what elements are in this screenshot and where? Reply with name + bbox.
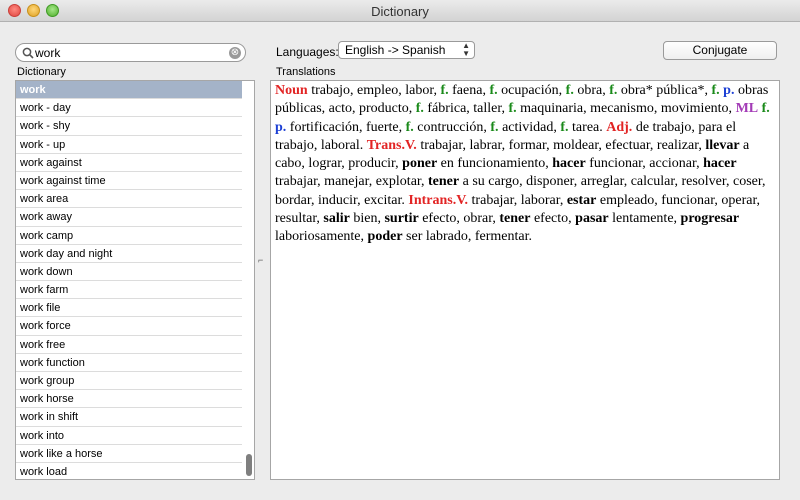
list-item[interactable]: work function	[16, 354, 242, 372]
grammar-tag: f.	[440, 83, 449, 98]
translation-text: trabajar, laborar,	[468, 192, 567, 208]
translation-text: efecto,	[530, 211, 576, 227]
verb-keyword: progresar	[680, 211, 740, 227]
list-item[interactable]: work	[16, 81, 242, 100]
grammar-tag: f.	[489, 83, 498, 98]
verb-keyword: tener	[428, 174, 460, 190]
translation-text: en funcionamiento,	[437, 156, 553, 172]
grammar-tag: f.	[761, 101, 770, 117]
grammar-tag: p.	[275, 119, 287, 135]
translations-label: Translations	[276, 66, 336, 78]
grammar-tag: f.	[711, 83, 720, 98]
conjugate-button[interactable]: Conjugate	[663, 41, 777, 60]
list-item[interactable]: work into	[16, 427, 242, 445]
search-input[interactable]	[35, 45, 225, 60]
list-item[interactable]: work farm	[16, 281, 242, 300]
list-item[interactable]: work group	[16, 372, 242, 391]
translation-text: trabajo, empleo, labor,	[307, 83, 441, 98]
list-item[interactable]: work load	[16, 463, 242, 479]
translation-text: tarea.	[568, 119, 607, 135]
search-icon	[22, 47, 34, 59]
translation-text: laboriosamente,	[275, 229, 368, 245]
language-select[interactable]: English -> Spanish ▲ ▼	[338, 41, 475, 59]
grammar-tag: f.	[508, 101, 517, 117]
list-item[interactable]: work free	[16, 336, 242, 354]
list-item[interactable]: work down	[16, 263, 242, 282]
translations-panel: Noun trabajo, empleo, labor, f. faena, f…	[270, 80, 780, 480]
list-item[interactable]: work - up	[16, 136, 242, 154]
list-item[interactable]: work in shift	[16, 408, 242, 427]
part-of-speech-tag: Adj.	[606, 119, 633, 135]
grammar-tag: ML	[735, 101, 759, 117]
translation-text: bien,	[349, 211, 385, 227]
clear-search-icon[interactable]: ⊗	[229, 47, 241, 59]
splitter-handle-icon[interactable]: ⌐	[258, 255, 263, 265]
grammar-tag: f.	[565, 83, 574, 98]
verb-keyword: pasar	[575, 211, 609, 227]
languages-label: Languages:	[276, 45, 339, 59]
list-item[interactable]: work horse	[16, 390, 242, 409]
word-list[interactable]: work work - day work - shy work - up work ag…	[15, 80, 255, 480]
part-of-speech-tag: Trans.V.	[366, 137, 417, 153]
grammar-tag: f.	[490, 119, 499, 135]
select-arrows-icon: ▲ ▼	[462, 41, 470, 58]
list-item[interactable]: work day and night	[16, 245, 242, 263]
translation-text: actividad,	[498, 119, 561, 135]
translation-text: funcionar, accionar,	[585, 156, 704, 172]
list-item[interactable]: work - day	[16, 99, 242, 118]
list-item[interactable]: work against	[16, 154, 242, 172]
verb-keyword: tener	[499, 211, 531, 227]
list-item[interactable]: work like a horse	[16, 445, 242, 463]
grammar-tag: f.	[415, 101, 424, 117]
verb-keyword: salir	[323, 211, 350, 227]
translation-text: trabajar, manejar, explotar,	[275, 174, 429, 190]
language-select-value: English -> Spanish	[345, 43, 446, 57]
dictionary-label: Dictionary	[17, 66, 66, 78]
list-item[interactable]: work force	[16, 317, 242, 336]
list-item[interactable]: work against time	[16, 172, 242, 191]
grammar-tag: f.	[405, 119, 414, 135]
translation-text: fortificación, fuerte,	[286, 119, 406, 135]
translation-text: faena,	[448, 83, 490, 98]
verb-keyword: surtir	[384, 211, 419, 227]
translation-text: contrucción,	[413, 119, 491, 135]
translation-text: obra,	[573, 83, 610, 98]
window-title: Dictionary	[371, 4, 429, 19]
translation-text: efecto, obrar,	[418, 211, 500, 227]
translation-text: maquinaria, mecanismo, movimiento,	[516, 101, 736, 117]
list-item[interactable]: work file	[16, 299, 242, 318]
search-field[interactable]: ⊗	[15, 43, 246, 62]
grammar-tag: f.	[560, 119, 569, 135]
list-item[interactable]: work away	[16, 208, 242, 227]
list-item[interactable]: work - shy	[16, 117, 242, 136]
grammar-tag: p.	[723, 83, 735, 98]
verb-keyword: estar	[566, 192, 597, 208]
translation-text: ser labrado, fermentar.	[402, 229, 532, 245]
list-item[interactable]: work camp	[16, 227, 242, 245]
verb-keyword: poder	[367, 229, 403, 245]
translation-text: trabajar, labrar, formar, moldear, efect…	[416, 137, 706, 153]
verb-keyword: hacer	[552, 156, 586, 172]
list-scrollbar[interactable]	[246, 454, 252, 476]
translation-text: obra* pública*,	[617, 83, 712, 98]
translation-text: ocupación,	[497, 83, 566, 98]
title-bar: Dictionary	[0, 0, 800, 22]
list-item[interactable]: work area	[16, 190, 242, 209]
translation-text: lentamente,	[608, 211, 681, 227]
verb-keyword: poner	[402, 156, 438, 172]
verb-keyword: hacer	[703, 156, 737, 172]
verb-keyword: llevar	[705, 137, 740, 153]
part-of-speech-tag: Noun	[275, 83, 308, 98]
translation-text: fábrica, taller,	[423, 101, 509, 117]
part-of-speech-tag: Intrans.V.	[408, 192, 469, 208]
